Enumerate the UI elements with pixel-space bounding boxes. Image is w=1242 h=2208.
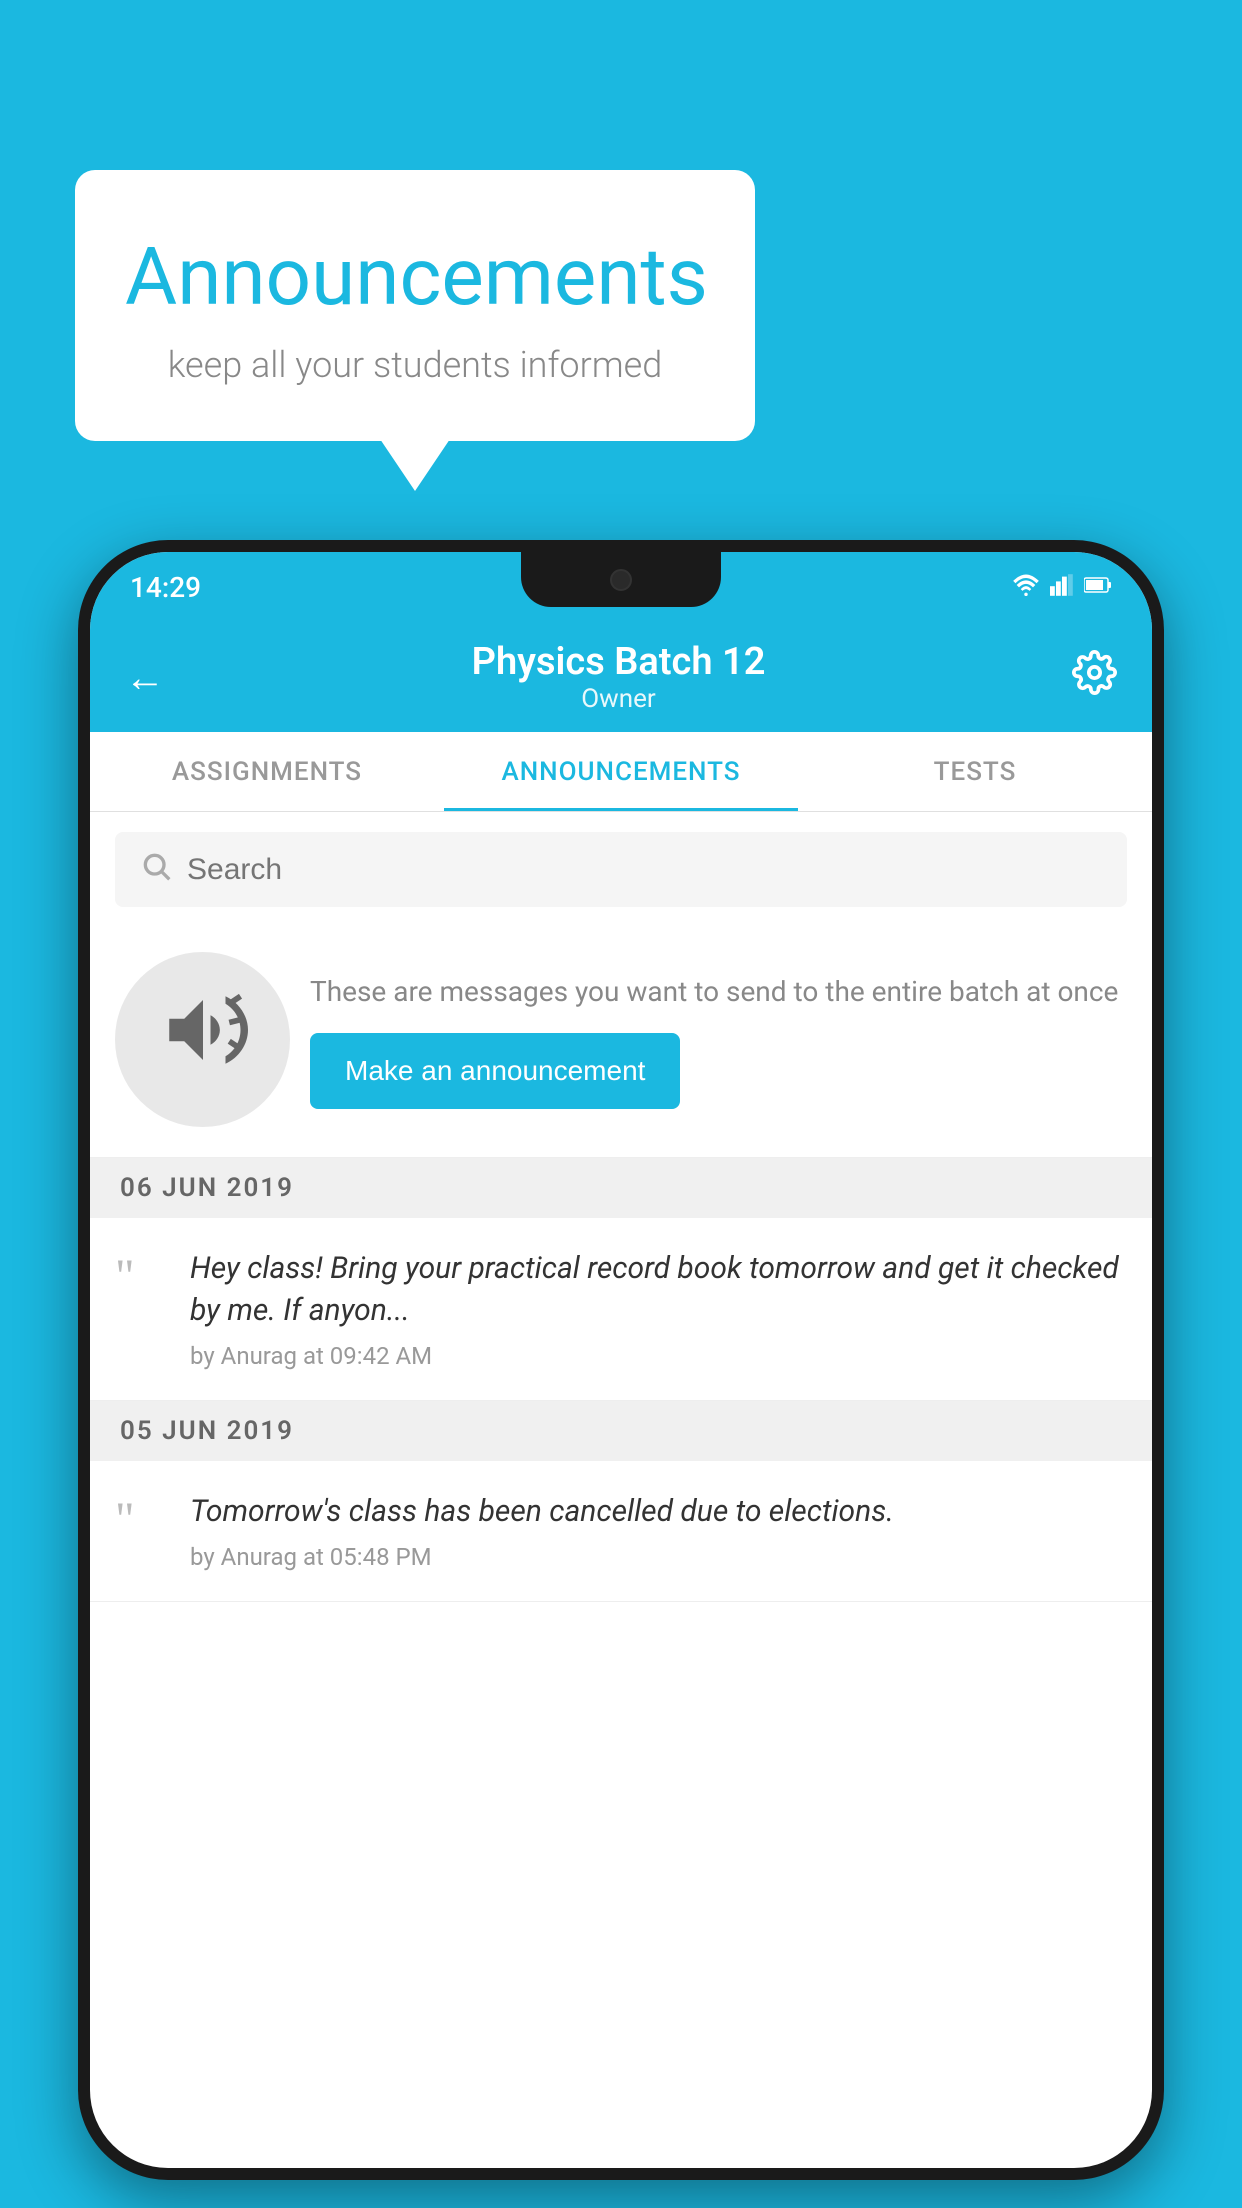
tab-bar: ASSIGNMENTS ANNOUNCEMENTS TESTS (90, 732, 1152, 812)
date-header-2: 05 JUN 2019 (90, 1401, 1152, 1461)
announcement-item-2: " Tomorrow's class has been cancelled du… (90, 1461, 1152, 1602)
phone-frame: 14:29 (78, 540, 1164, 2180)
status-icons (1012, 574, 1112, 600)
header-subtitle: Owner (472, 684, 766, 714)
search-input[interactable] (187, 853, 1102, 887)
camera-icon (610, 569, 632, 591)
tab-tests[interactable]: TESTS (798, 732, 1152, 811)
tab-announcements[interactable]: ANNOUNCEMENTS (444, 732, 798, 811)
promo-description: These are messages you want to send to t… (310, 971, 1127, 1013)
signal-icon (1050, 574, 1074, 600)
header-title: Physics Batch 12 (472, 640, 766, 684)
speech-bubble-card: Announcements keep all your students inf… (75, 170, 755, 441)
announcement-text-2: Tomorrow's class has been cancelled due … (190, 1491, 1127, 1533)
phone-notch (521, 552, 721, 607)
search-icon (140, 850, 172, 890)
speech-bubble-subtitle: keep all your students informed (125, 344, 705, 386)
tab-assignments[interactable]: ASSIGNMENTS (90, 732, 444, 811)
app-header: ← Physics Batch 12 Owner (90, 622, 1152, 732)
announcement-content-1: Hey class! Bring your practical record b… (190, 1248, 1127, 1370)
settings-button[interactable] (1072, 650, 1117, 705)
status-time: 14:29 (130, 571, 201, 604)
announcement-text-1: Hey class! Bring your practical record b… (190, 1248, 1127, 1332)
quote-icon-2: " (115, 1496, 170, 1544)
back-button[interactable]: ← (125, 654, 165, 701)
announcement-meta-1: by Anurag at 09:42 AM (190, 1342, 1127, 1370)
phone-screen: 14:29 (90, 552, 1152, 2168)
announcement-meta-2: by Anurag at 05:48 PM (190, 1543, 1127, 1571)
quote-icon-1: " (115, 1253, 170, 1301)
date-header-1: 06 JUN 2019 (90, 1158, 1152, 1218)
megaphone-icon (158, 985, 248, 1094)
announcement-item-1: " Hey class! Bring your practical record… (90, 1218, 1152, 1401)
speech-bubble-title: Announcements (125, 230, 705, 324)
promo-right: These are messages you want to send to t… (310, 971, 1127, 1109)
megaphone-circle (115, 952, 290, 1127)
wifi-icon (1012, 574, 1040, 600)
battery-icon (1084, 574, 1112, 600)
search-bar[interactable] (115, 832, 1127, 907)
announcement-content-2: Tomorrow's class has been cancelled due … (190, 1491, 1127, 1571)
make-announcement-button[interactable]: Make an announcement (310, 1033, 680, 1109)
announcement-promo: These are messages you want to send to t… (90, 927, 1152, 1158)
header-title-section: Physics Batch 12 Owner (472, 640, 766, 714)
